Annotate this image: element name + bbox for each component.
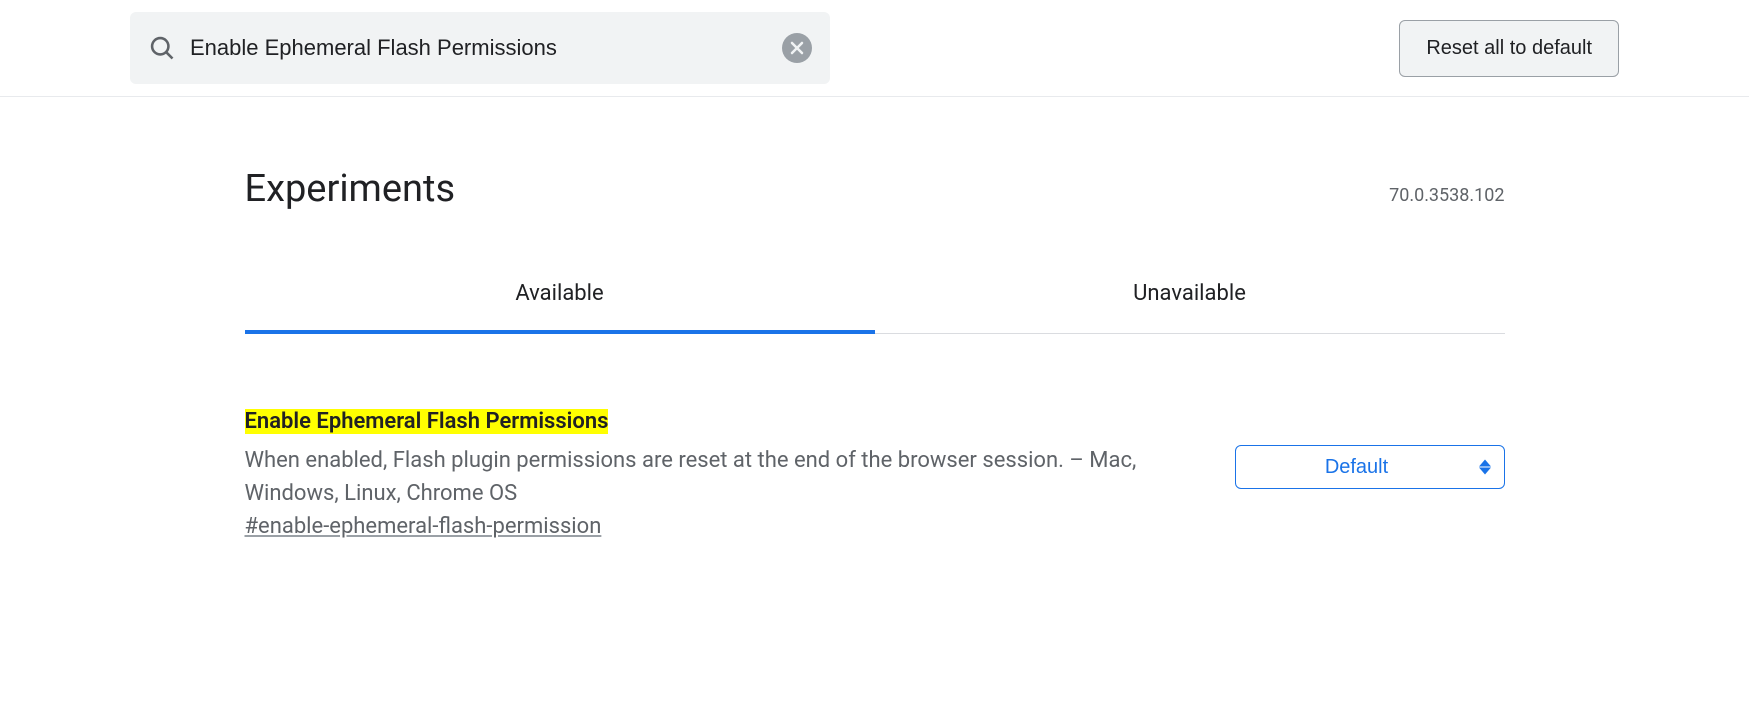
content: Experiments 70.0.3538.102 Available Unav… [245, 97, 1505, 539]
search-container [130, 12, 830, 84]
flag-item: Enable Ephemeral Flash Permissions When … [245, 409, 1505, 539]
page-title: Experiments [245, 167, 456, 211]
version-label: 70.0.3538.102 [1389, 185, 1504, 206]
search-input[interactable] [176, 12, 782, 84]
flag-title: Enable Ephemeral Flash Permissions [245, 409, 609, 434]
tab-available[interactable]: Available [245, 281, 875, 334]
flag-description: When enabled, Flash plugin permissions a… [245, 444, 1195, 510]
clear-icon[interactable] [782, 33, 812, 63]
header-bar: Reset all to default [0, 0, 1749, 97]
reset-button[interactable]: Reset all to default [1399, 20, 1619, 77]
flag-select[interactable]: Default [1235, 445, 1505, 489]
flag-info: Enable Ephemeral Flash Permissions When … [245, 409, 1195, 539]
title-row: Experiments 70.0.3538.102 [245, 167, 1505, 211]
tab-unavailable[interactable]: Unavailable [875, 281, 1505, 334]
flag-anchor-link[interactable]: #enable-ephemeral-flash-permission [245, 514, 602, 539]
search-icon [148, 34, 176, 62]
tabs: Available Unavailable [245, 281, 1505, 334]
flag-select-wrapper: Default [1235, 445, 1505, 489]
